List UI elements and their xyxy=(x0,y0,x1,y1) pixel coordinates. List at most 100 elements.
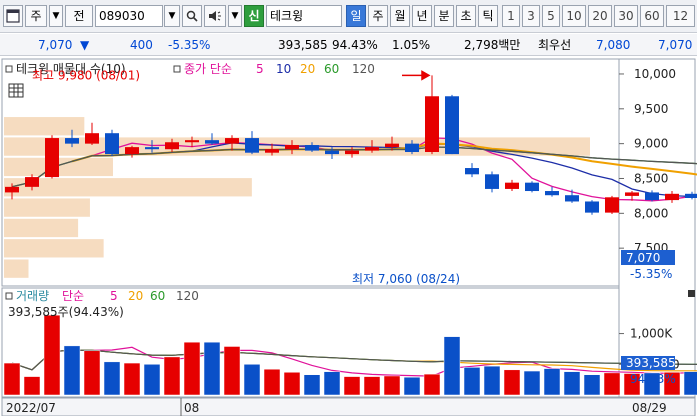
candle-body xyxy=(225,138,239,144)
volume-ma-label: 단순 xyxy=(62,289,84,303)
chart-area[interactable]: 10,0009,5009,0008,5008,0007,500 1,000K50… xyxy=(0,57,697,416)
volume-bar xyxy=(63,345,81,396)
window-icon[interactable] xyxy=(3,5,23,27)
volume-bar xyxy=(383,375,401,396)
volume-profile-bar xyxy=(4,178,252,197)
low-price-note: 최저 7,060 (08/24) xyxy=(352,272,460,286)
stock-code-input[interactable]: 089030 xyxy=(95,5,163,27)
candle-body xyxy=(285,145,299,150)
date-label-month-1: 2022/07 xyxy=(6,401,56,415)
price-tick-label: 8,000 xyxy=(634,206,668,220)
best-bid: 7,070 xyxy=(658,38,693,52)
volume-value: 393,585 xyxy=(278,38,328,52)
period-tab-second[interactable]: 초 xyxy=(456,5,476,27)
grid-icon[interactable] xyxy=(8,83,24,98)
candle-body xyxy=(425,96,439,153)
interval-30[interactable]: 30 xyxy=(614,5,638,27)
date-label-month-2: 08 xyxy=(184,401,199,415)
interval-5[interactable]: 5 xyxy=(542,5,560,27)
volume-legend: 거래량 xyxy=(16,289,49,303)
candle-body xyxy=(105,133,119,155)
ma10-legend: 10 xyxy=(276,62,291,76)
volume-bar xyxy=(123,362,141,396)
volume-profile-bar xyxy=(4,239,104,258)
best-quote-label: 최우선 xyxy=(538,38,572,52)
ma5-legend: 5 xyxy=(256,62,264,76)
interval-120[interactable]: 12 xyxy=(666,5,695,27)
legend-checkbox-ma[interactable] xyxy=(173,65,181,73)
period-tab-year[interactable]: 년 xyxy=(412,5,432,27)
direction-down-icon: ▼ xyxy=(80,38,90,52)
period-tab-day[interactable]: 일 xyxy=(346,5,366,27)
stock-chart[interactable]: 10,0009,5009,0008,5008,0007,500 1,000K50… xyxy=(0,57,697,416)
volume-bar xyxy=(3,362,21,396)
volume-bar xyxy=(83,350,101,396)
last-volume-label: 393,585 xyxy=(626,356,676,370)
candle-body xyxy=(245,138,259,153)
volume-bar xyxy=(683,371,697,396)
mode-dropdown-icon[interactable]: ▼ xyxy=(49,5,63,27)
volume-bar xyxy=(223,346,241,396)
volume-bar xyxy=(303,374,321,396)
volume-bar xyxy=(423,373,441,396)
period-tab-week[interactable]: 주 xyxy=(368,5,388,27)
volume-bar xyxy=(483,365,501,396)
mode-select[interactable]: 주 xyxy=(25,5,47,27)
trade-amount: 2,798백만 xyxy=(464,38,521,52)
period-tab-minute[interactable]: 분 xyxy=(434,5,454,27)
code-dropdown-icon[interactable]: ▼ xyxy=(164,5,180,27)
period-tab-month[interactable]: 월 xyxy=(390,5,410,27)
candle-body xyxy=(485,174,499,189)
mode-label: 전 xyxy=(65,5,93,27)
interval-1[interactable]: 1 xyxy=(502,5,520,27)
volume-bar xyxy=(203,341,221,396)
volume-tick-label: 1,000K xyxy=(630,327,673,341)
candle-body xyxy=(265,149,279,153)
speaker-icon[interactable] xyxy=(204,5,226,27)
volume-bar xyxy=(543,368,561,396)
ma60-legend: 60 xyxy=(324,62,339,76)
volume-bar xyxy=(443,336,461,396)
candle-body xyxy=(465,168,479,175)
candle-body xyxy=(585,201,599,213)
interval-60[interactable]: 60 xyxy=(640,5,664,27)
candle-body xyxy=(85,133,99,144)
volume-legend-checkbox[interactable] xyxy=(5,292,13,300)
volume-bar xyxy=(23,376,41,396)
volume-profile-bar xyxy=(4,218,79,238)
volume-bar xyxy=(243,364,261,396)
volume-bar xyxy=(363,376,381,396)
stock-name-field[interactable]: 테크윙 xyxy=(266,5,342,27)
search-icon[interactable] xyxy=(182,5,202,27)
volume-bar xyxy=(563,371,581,396)
price-tick-label: 9,500 xyxy=(634,102,668,116)
price-tick-label: 8,500 xyxy=(634,171,668,185)
ma120-legend: 120 xyxy=(352,62,375,76)
candle-body xyxy=(385,143,399,148)
legend-checkbox-profile[interactable] xyxy=(5,65,13,73)
candle-body xyxy=(645,192,659,201)
volume-bar xyxy=(603,372,621,396)
candle-body xyxy=(25,177,39,187)
volume-bar xyxy=(403,376,421,396)
interval-3[interactable]: 3 xyxy=(522,5,540,27)
volume-bar xyxy=(283,372,301,396)
volume-bar xyxy=(163,356,181,396)
candle-body xyxy=(345,150,359,155)
candle-body xyxy=(525,182,539,192)
sound-dropdown-icon[interactable]: ▼ xyxy=(228,5,242,27)
volume-bar xyxy=(183,341,201,396)
panel-close-icon[interactable] xyxy=(688,290,695,297)
candle-body xyxy=(325,150,339,155)
price-tick-label: 10,000 xyxy=(634,67,676,81)
period-tab-tick[interactable]: 틱 xyxy=(478,5,498,27)
volume-bar xyxy=(463,367,481,396)
interval-10[interactable]: 10 xyxy=(562,5,586,27)
interval-20[interactable]: 20 xyxy=(588,5,612,27)
volume-bar xyxy=(103,361,121,396)
ma20-legend: 20 xyxy=(300,62,315,76)
volume-profile-bar xyxy=(4,259,29,278)
date-label-last: 08/29 xyxy=(632,401,667,415)
candle-body xyxy=(365,147,379,151)
candle-body xyxy=(305,145,319,151)
